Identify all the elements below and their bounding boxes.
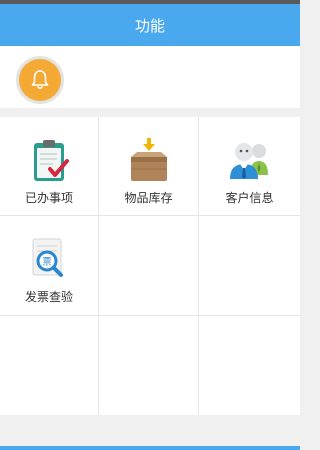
grid-item-invoice-check[interactable]: 票 发票查验: [0, 216, 99, 316]
grid-empty-cell: [199, 316, 300, 415]
invoice-search-icon: 票: [32, 238, 63, 277]
clipboard-check-icon: [34, 140, 69, 181]
notification-section: [0, 46, 300, 108]
svg-text:票: 票: [42, 257, 51, 268]
grid-item-done-tasks[interactable]: 已办事项: [0, 117, 99, 216]
bottom-bar: [0, 446, 300, 450]
notification-button[interactable]: [16, 56, 64, 104]
grid-empty-cell: [99, 316, 199, 415]
grid-item-label: 物品库存: [124, 191, 173, 205]
grid-item-customer-info[interactable]: 客户信息: [199, 117, 300, 216]
bell-icon: [19, 59, 61, 101]
grid-item-label: 已办事项: [24, 191, 73, 205]
function-grid: 已办事项 物品库存 客户信息 票 发票查验: [0, 117, 300, 415]
box-icon: [130, 138, 167, 181]
grid-empty-cell: [199, 216, 300, 316]
grid-empty-cell: [0, 316, 99, 415]
header: 功能: [0, 4, 300, 46]
grid-item-inventory[interactable]: 物品库存: [99, 117, 199, 216]
grid-empty-cell: [99, 216, 199, 316]
page-title: 功能: [134, 16, 165, 35]
users-icon: [229, 143, 268, 179]
grid-item-label: 客户信息: [225, 191, 274, 205]
grid-item-label: 发票查验: [24, 290, 73, 304]
